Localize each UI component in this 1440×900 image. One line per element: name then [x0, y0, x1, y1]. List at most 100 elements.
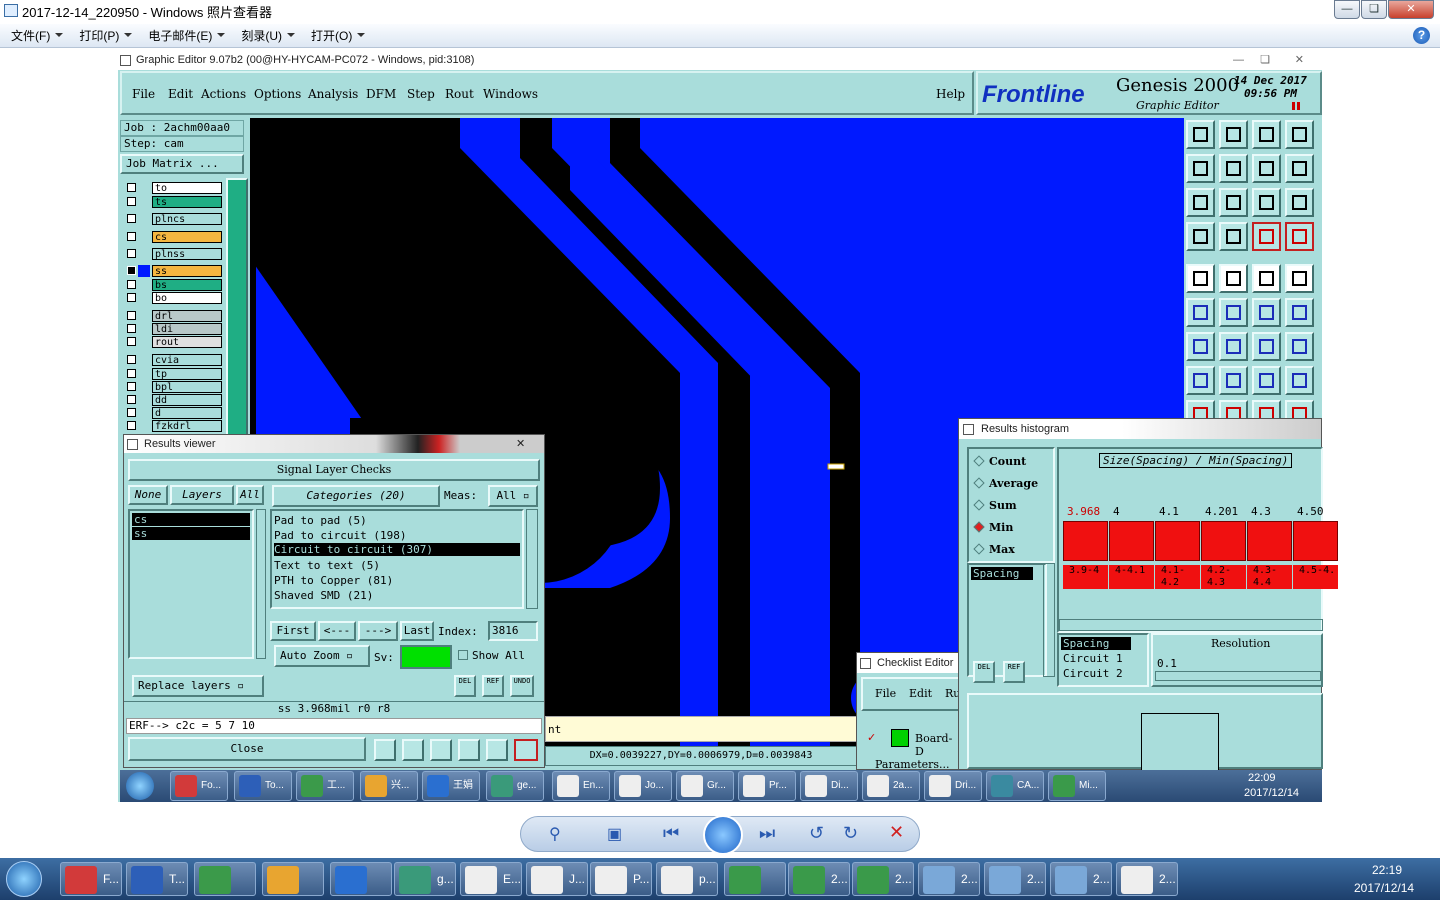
layer-name[interactable]: cvia [152, 354, 222, 366]
help-icon[interactable]: ? [1413, 27, 1430, 44]
undo-button[interactable]: UNDO [510, 675, 534, 697]
layer-name[interactable]: to [152, 182, 222, 194]
ref-button[interactable]: REF [482, 675, 504, 697]
pad-icon[interactable] [1285, 264, 1314, 293]
layer-row[interactable]: plnss [122, 248, 242, 260]
menu-rout[interactable]: Rout [445, 87, 474, 101]
layer-name[interactable]: fzkdrl [152, 420, 222, 432]
hist-ref-button[interactable]: REF [1003, 661, 1025, 683]
layer-checkbox[interactable] [127, 421, 136, 430]
previous-icon[interactable]: ⏮ [663, 823, 679, 844]
layer-checkbox[interactable] [127, 355, 136, 364]
layer-name[interactable]: dd [152, 394, 222, 406]
layer-row[interactable]: drl [122, 310, 242, 322]
taskbar-item[interactable]: CA... [986, 771, 1044, 801]
actual-size-icon[interactable]: ▣ [607, 824, 622, 844]
frame-icon[interactable] [1285, 366, 1314, 395]
category-circuit-to-circuit[interactable]: Circuit to circuit (307) [274, 543, 520, 556]
pan-left-icon[interactable] [1186, 154, 1215, 183]
fit-icon[interactable] [1186, 188, 1215, 217]
category-pad-to-pad[interactable]: Pad to pad (5) [274, 513, 367, 528]
layer-row[interactable]: bs [122, 279, 242, 291]
menu-file[interactable]: 文件(F) [11, 27, 64, 44]
connect-icon[interactable] [1252, 298, 1281, 327]
taskbar-item[interactable] [194, 862, 256, 896]
layer-row[interactable]: ldi [122, 323, 242, 335]
step-icon[interactable] [1285, 332, 1314, 361]
category-shaved-smd[interactable]: Shaved SMD (21) [274, 588, 373, 603]
rotate-left-icon[interactable]: ↺ [809, 823, 824, 844]
taskbar-item[interactable]: 王娟 [422, 771, 480, 801]
last-button[interactable]: Last [400, 621, 434, 641]
copy-icon[interactable] [1252, 366, 1281, 395]
checklist-item[interactable]: Board-D [915, 732, 959, 758]
agg-option-sum[interactable]: Sum [973, 499, 1017, 512]
taskbar-item[interactable]: Dri... [924, 771, 982, 801]
job-matrix-button[interactable]: Job Matrix ... [120, 154, 244, 174]
layer-checkbox[interactable] [127, 395, 136, 404]
close-button[interactable]: ✕ [1388, 0, 1434, 19]
none-button[interactable]: None [128, 485, 168, 505]
minimize-button[interactable]: — [1334, 0, 1360, 19]
agg-option-min[interactable]: Min [973, 521, 1013, 534]
histogram-list[interactable]: Spacing [967, 563, 1047, 677]
taskbar-item[interactable] [330, 862, 392, 896]
taskbar-item[interactable]: 2... [918, 862, 980, 896]
pan-right-icon[interactable] [1219, 154, 1248, 183]
move-icon[interactable] [1186, 366, 1215, 395]
edit-shape-icon[interactable] [1219, 264, 1248, 293]
taskbar-item[interactable]: Mi... [1048, 771, 1106, 801]
zoom-icon[interactable]: ⚲ [549, 824, 561, 844]
layer-row[interactable]: ss [122, 265, 242, 277]
center-icon[interactable] [1219, 188, 1248, 217]
layer-name[interactable]: cs [152, 231, 222, 243]
layer-name[interactable]: plnss [152, 248, 222, 260]
agg-option-average[interactable]: Average [973, 477, 1038, 490]
taskbar-item[interactable]: ge... [486, 771, 544, 801]
pause-icon[interactable] [1292, 102, 1300, 110]
taskbar-item[interactable]: Fo... [170, 771, 228, 801]
layer-checkbox[interactable] [127, 382, 136, 391]
layer-checkbox[interactable] [127, 249, 136, 258]
menu-print[interactable]: 打印(P) [79, 27, 133, 44]
taskbar-item[interactable] [724, 862, 786, 896]
help-icon[interactable] [1285, 188, 1314, 217]
taskbar-item[interactable]: Pr... [738, 771, 796, 801]
cross-icon[interactable] [430, 739, 452, 761]
taskbar-item[interactable]: 2... [852, 862, 914, 896]
replace-layers-dropdown[interactable]: Replace layers ▫ [132, 675, 264, 697]
meas-dropdown[interactable]: All ▫ [488, 485, 538, 507]
agg-option-max[interactable]: Max [973, 543, 1015, 556]
ruler-icon[interactable] [1252, 264, 1281, 293]
layer-row[interactable]: rout [122, 336, 242, 348]
layer-name[interactable]: bpl [152, 381, 222, 393]
zoom-text-icon[interactable] [1285, 154, 1314, 183]
del-button[interactable]: DEL [454, 675, 476, 697]
layer-results-list[interactable]: cs ss [128, 509, 254, 659]
layer-checkbox[interactable] [127, 266, 136, 275]
layer-name[interactable]: bo [152, 292, 222, 304]
histogram-icon[interactable] [514, 739, 538, 761]
layer-row[interactable]: cs [122, 231, 242, 243]
taskbar-item[interactable]: Di... [800, 771, 858, 801]
arc-icon[interactable] [1252, 332, 1281, 361]
chart-icon[interactable] [374, 739, 396, 761]
genesis-minimize-icon[interactable]: — [1233, 50, 1244, 70]
layer-checkbox[interactable] [127, 280, 136, 289]
layer-name[interactable]: rout [152, 336, 222, 348]
taskbar-item[interactable]: 2... [1116, 862, 1178, 896]
layer-row[interactable]: dd [122, 394, 242, 406]
taskbar-item[interactable]: F... [60, 862, 122, 896]
layer-row[interactable]: bo [122, 292, 242, 304]
layer-row[interactable]: plncs [122, 213, 242, 225]
all-layers-button[interactable]: All [236, 485, 264, 505]
layer-name[interactable]: ss [152, 265, 222, 277]
layer-checkbox[interactable] [127, 311, 136, 320]
category-pad-to-circuit[interactable]: Pad to circuit (198) [274, 528, 406, 543]
layer-name[interactable]: drl [152, 310, 222, 322]
start-button[interactable] [6, 861, 42, 897]
sv-color-dropdown[interactable] [400, 645, 452, 669]
show-all-checkbox[interactable] [458, 650, 468, 660]
menu-windows[interactable]: Windows [483, 87, 538, 101]
menu-open[interactable]: 打开(O) [311, 27, 366, 44]
